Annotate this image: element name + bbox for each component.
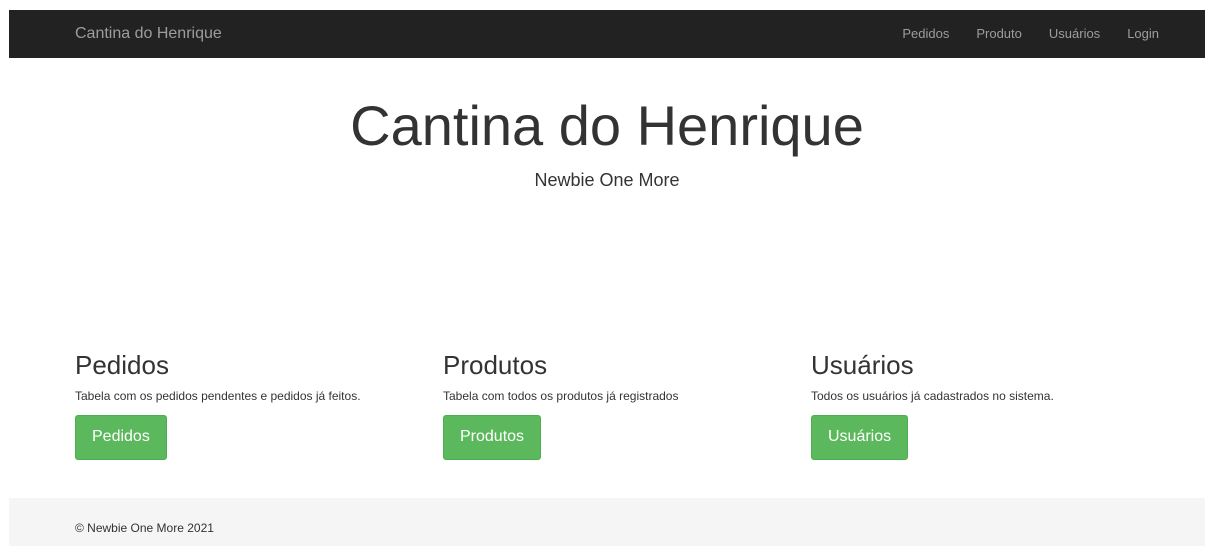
nav-links: Pedidos Produto Usuários Login [875, 26, 1159, 42]
section-title: Produtos [443, 350, 548, 380]
usuarios-button[interactable]: Usuários [811, 415, 909, 460]
section-title: Pedidos [75, 350, 169, 380]
nav-link-pedidos[interactable]: Pedidos [902, 26, 949, 42]
hero-title: Cantina do Henrique [350, 94, 864, 157]
navbar: Cantina do Henrique Pedidos Produto Usuá… [9, 10, 1205, 58]
section-description: Todos os usuários já cadastrados no sist… [811, 389, 1054, 403]
section-description: Tabela com todos os produtos já registra… [443, 389, 679, 403]
pedidos-button[interactable]: Pedidos [75, 415, 167, 460]
produtos-button[interactable]: Produtos [443, 415, 542, 460]
section-pedidos: Pedidos Tabela com os pedidos pendentes … [75, 350, 361, 460]
nav-link-usuarios[interactable]: Usuários [1049, 26, 1100, 42]
nav-link-login[interactable]: Login [1127, 26, 1159, 42]
hero-subtitle: Newbie One More [534, 170, 680, 190]
footer-copyright: © Newbie One More 2021 [75, 521, 214, 535]
section-usuarios: Usuários Todos os usuários já cadastrado… [811, 350, 1054, 460]
section-description: Tabela com os pedidos pendentes e pedido… [75, 389, 361, 403]
brand-link[interactable]: Cantina do Henrique [75, 24, 222, 44]
footer: © Newbie One More 2021 [9, 498, 1205, 546]
section-produtos: Produtos Tabela com todos os produtos já… [443, 350, 678, 460]
page: Cantina do Henrique Pedidos Produto Usuá… [9, 10, 1205, 546]
section-title: Usuários [811, 350, 914, 380]
nav-link-produto[interactable]: Produto [976, 26, 1022, 42]
